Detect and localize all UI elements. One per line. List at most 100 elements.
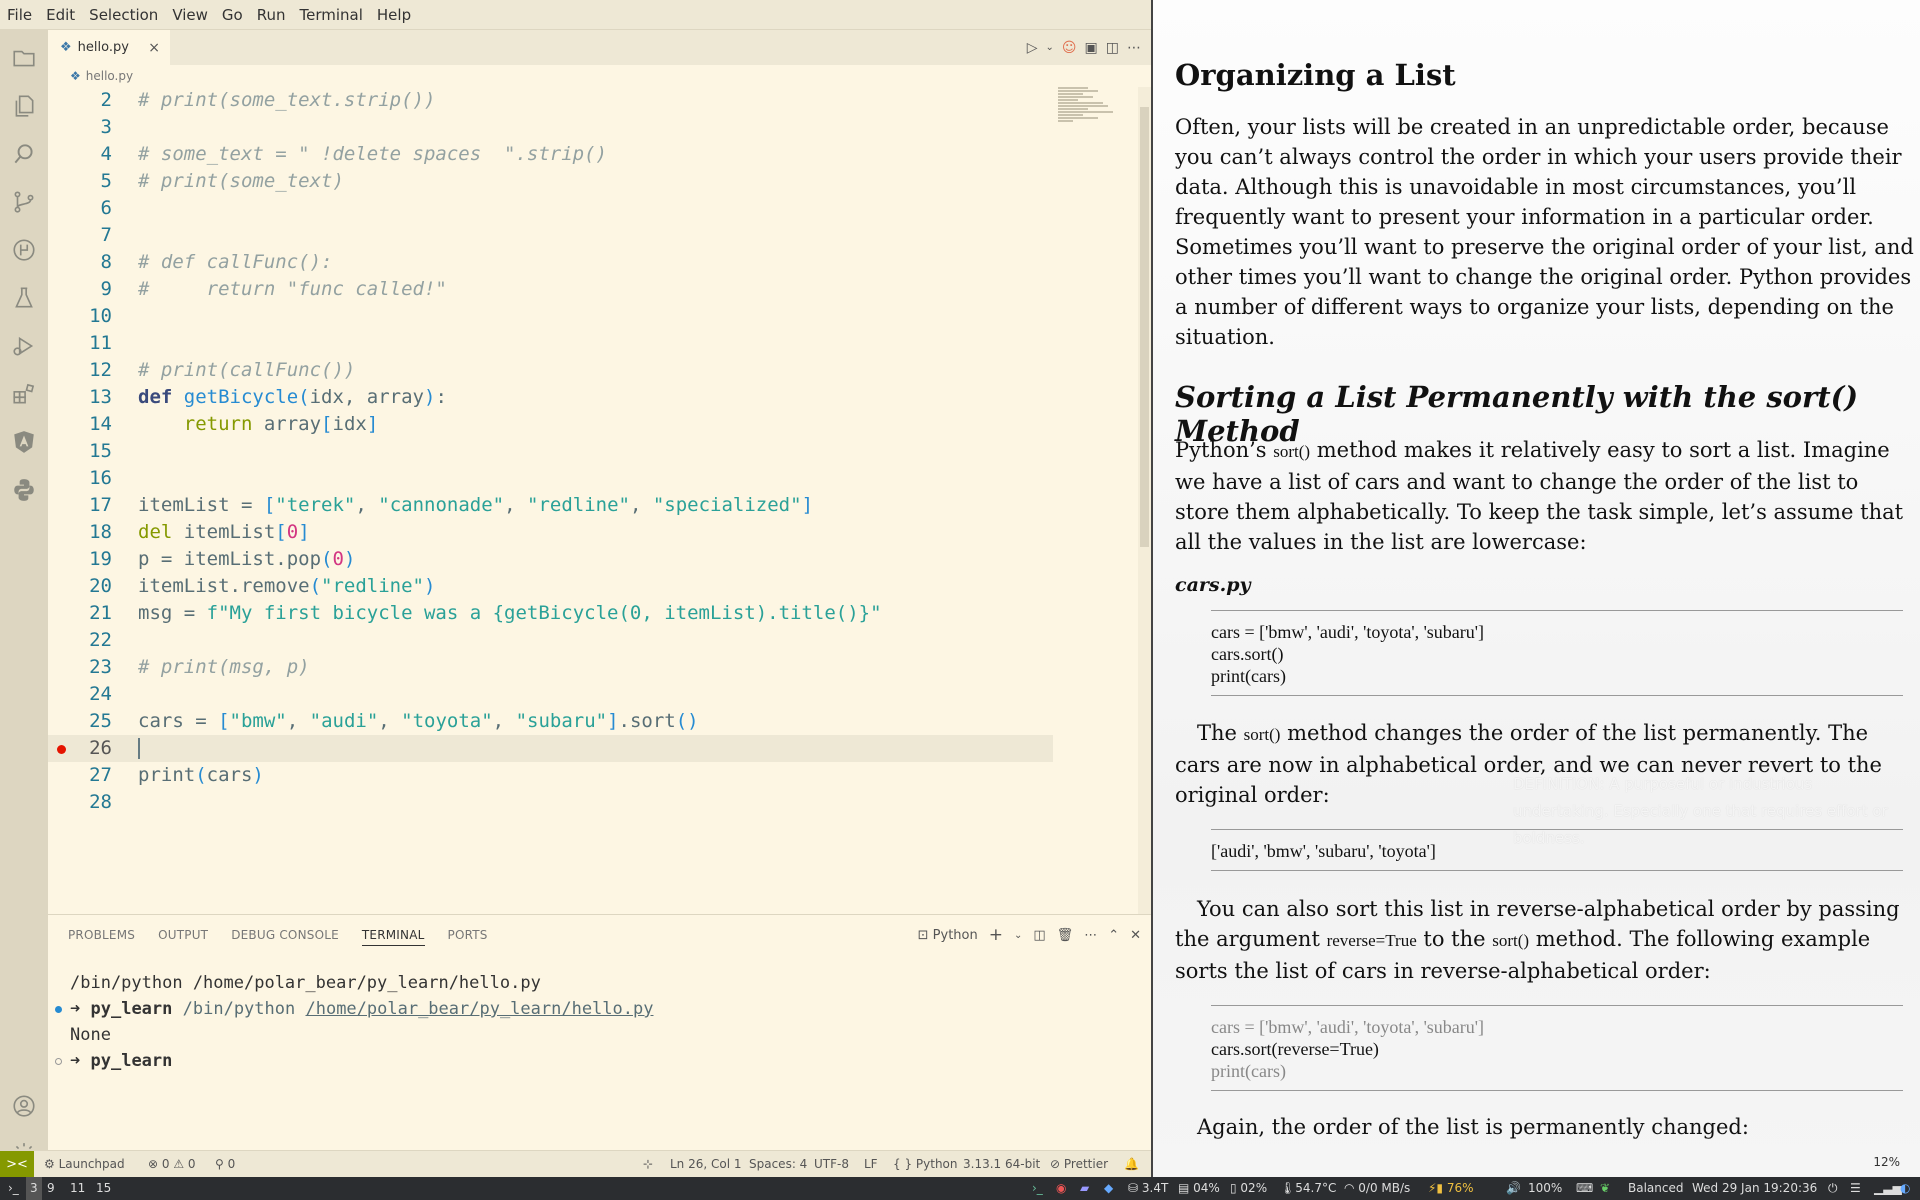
indentation[interactable]: Spaces: 4 bbox=[749, 1151, 807, 1177]
code-line[interactable]: 9 # return "func called!" bbox=[48, 276, 1138, 303]
run-python-icon[interactable]: ▷ bbox=[1027, 40, 1038, 56]
keyboard-icon[interactable]: ⌨ bbox=[1576, 1177, 1593, 1200]
remote-indicator[interactable]: >< bbox=[0, 1151, 34, 1177]
tab-output[interactable]: OUTPUT bbox=[158, 915, 208, 955]
workspace-15[interactable]: 15 bbox=[96, 1177, 111, 1200]
new-terminal-icon[interactable]: + bbox=[989, 925, 1003, 945]
code-line[interactable]: 25 cars = ["bmw", "audi", "toyota", "suba… bbox=[48, 708, 1138, 735]
firefox-icon[interactable]: ◉ bbox=[1056, 1177, 1066, 1200]
trash-icon[interactable]: 🗑 bbox=[1057, 928, 1074, 943]
volume-icon[interactable]: 🔊 bbox=[1506, 1177, 1521, 1200]
close-icon[interactable]: × bbox=[148, 40, 160, 56]
workspace-3[interactable]: 3 bbox=[26, 1177, 42, 1200]
network-status-icon[interactable]: ◐ bbox=[1900, 1177, 1910, 1200]
tab-terminal[interactable]: TERMINAL bbox=[361, 924, 425, 946]
copilot-icon[interactable]: ☺ bbox=[1062, 40, 1077, 56]
chevron-down-icon[interactable]: ⌄ bbox=[1046, 42, 1054, 53]
explorer-icon[interactable] bbox=[0, 34, 48, 82]
files-icon[interactable] bbox=[0, 82, 48, 130]
cursor-position[interactable]: Ln 26, Col 1 bbox=[670, 1151, 742, 1177]
problems-count[interactable]: ⊗ 0 ⚠ 0 bbox=[148, 1151, 196, 1177]
tab-ports[interactable]: PORTS bbox=[448, 915, 488, 955]
split-editor-icon[interactable]: ◫ bbox=[1106, 40, 1119, 56]
signal-icon[interactable]: ▁▃▅ bbox=[1874, 1177, 1902, 1200]
code-line[interactable]: 15 bbox=[48, 438, 1138, 465]
code-editor[interactable]: 2 # print(some_text.strip()) 3 4 # some_text… bbox=[48, 87, 1138, 914]
code-line[interactable]: 23 # print(msg, p) bbox=[48, 654, 1138, 681]
volume-level[interactable]: 100% bbox=[1528, 1177, 1562, 1200]
terminal-profile[interactable]: ⊡ Python bbox=[918, 928, 978, 943]
workspace-9[interactable]: 9 bbox=[47, 1177, 55, 1200]
terminal-output[interactable]: /bin/python /home/polar_bear/py_learn/he… bbox=[48, 970, 1138, 1074]
menu-terminal[interactable]: Terminal bbox=[293, 0, 370, 30]
maximize-panel-icon[interactable]: ⌃ bbox=[1108, 928, 1119, 943]
folder-icon[interactable]: ▰ bbox=[1080, 1177, 1089, 1200]
open-preview-icon[interactable]: ▣ bbox=[1085, 40, 1098, 56]
code-line[interactable]: 14 return array[idx] bbox=[48, 411, 1138, 438]
command-success-dot[interactable] bbox=[55, 1006, 62, 1013]
battery[interactable]: ⚡▮ 76% bbox=[1428, 1177, 1474, 1200]
terminal-launcher-icon[interactable]: ›_ bbox=[8, 1177, 19, 1200]
chevron-down-icon[interactable]: ⌄ bbox=[1014, 930, 1022, 941]
language-mode[interactable]: { } Python bbox=[893, 1151, 958, 1177]
minimap[interactable] bbox=[1058, 87, 1138, 147]
run-debug-icon[interactable] bbox=[0, 322, 48, 370]
power-icon[interactable]: ⏻ bbox=[1828, 1177, 1838, 1200]
source-control-icon[interactable] bbox=[0, 178, 48, 226]
close-panel-icon[interactable]: ✕ bbox=[1130, 928, 1141, 943]
code-line[interactable]: 28 bbox=[48, 789, 1138, 816]
python-icon[interactable] bbox=[0, 466, 48, 514]
code-line[interactable]: 2 # print(some_text.strip()) bbox=[48, 87, 1138, 114]
tab-debug-console[interactable]: DEBUG CONSOLE bbox=[231, 915, 339, 955]
command-path-link[interactable]: /home/polar_bear/py_learn/hello.py bbox=[305, 999, 653, 1019]
tab-problems[interactable]: PROBLEMS bbox=[68, 915, 135, 955]
code-line[interactable]: 22 bbox=[48, 627, 1138, 654]
code-line[interactable]: 4 # some_text = " !delete spaces ".strip(… bbox=[48, 141, 1138, 168]
menu-icon[interactable]: ☰ bbox=[1850, 1177, 1861, 1200]
menu-file[interactable]: File bbox=[0, 0, 39, 30]
code-line-current[interactable]: 26 bbox=[48, 735, 1053, 762]
vscode-icon[interactable]: ◆ bbox=[1104, 1177, 1113, 1200]
workspace-11[interactable]: 11 bbox=[70, 1177, 85, 1200]
menu-help[interactable]: Help bbox=[370, 0, 418, 30]
code-line[interactable]: 8 # def callFunc(): bbox=[48, 249, 1138, 276]
location-pin-icon[interactable]: ⊹ bbox=[643, 1151, 653, 1177]
code-line[interactable]: 18 del itemList[0] bbox=[48, 519, 1138, 546]
editor-scrollbar[interactable] bbox=[1138, 87, 1151, 914]
split-terminal-icon[interactable]: ◫ bbox=[1033, 928, 1045, 943]
scrollbar-thumb[interactable] bbox=[1140, 107, 1149, 547]
breadcrumb-file[interactable]: hello.py bbox=[86, 69, 133, 83]
menu-view[interactable]: View bbox=[165, 0, 215, 30]
python-interpreter[interactable]: 3.13.1 64-bit bbox=[963, 1151, 1040, 1177]
code-line[interactable]: 13 def getBicycle(idx, array): bbox=[48, 384, 1138, 411]
code-line[interactable]: 24 bbox=[48, 681, 1138, 708]
launchpad-item[interactable]: ⚙ Launchpad bbox=[44, 1151, 125, 1177]
menu-edit[interactable]: Edit bbox=[39, 0, 82, 30]
encoding[interactable]: UTF-8 bbox=[814, 1151, 849, 1177]
code-line[interactable]: 27 print(cars) bbox=[48, 762, 1138, 789]
notifications-bell-icon[interactable]: 🔔 bbox=[1124, 1151, 1139, 1177]
code-line[interactable]: 12 # print(callFunc()) bbox=[48, 357, 1138, 384]
tab-hello-py[interactable]: ❖ hello.py × bbox=[48, 30, 170, 65]
menu-run[interactable]: Run bbox=[250, 0, 293, 30]
formatter[interactable]: ⊘ Prettier bbox=[1050, 1151, 1108, 1177]
extensions-icon[interactable] bbox=[0, 370, 48, 418]
testing-flask-icon[interactable] bbox=[0, 274, 48, 322]
code-line[interactable]: 21 msg = f"My first bicycle was a {getBic… bbox=[48, 600, 1138, 627]
code-line[interactable]: 11 bbox=[48, 330, 1138, 357]
code-line[interactable]: 20 itemList.remove("redline") bbox=[48, 573, 1138, 600]
code-line[interactable]: 16 bbox=[48, 465, 1138, 492]
angular-icon[interactable] bbox=[0, 418, 48, 466]
menu-selection[interactable]: Selection bbox=[82, 0, 165, 30]
ebook-reader[interactable]: Organizing a List Often, your lists will… bbox=[1151, 0, 1920, 1177]
code-line[interactable]: 6 bbox=[48, 195, 1138, 222]
code-line[interactable]: 5 # print(some_text) bbox=[48, 168, 1138, 195]
code-line[interactable]: 3 bbox=[48, 114, 1138, 141]
git-graph-icon[interactable] bbox=[0, 226, 48, 274]
code-line[interactable]: 10 bbox=[48, 303, 1138, 330]
menu-go[interactable]: Go bbox=[215, 0, 250, 30]
code-line[interactable]: 7 bbox=[48, 222, 1138, 249]
clock[interactable]: Wed 29 Jan 19:20:36 bbox=[1692, 1177, 1817, 1200]
more-actions-icon[interactable]: ⋯ bbox=[1127, 40, 1141, 56]
terminal-icon[interactable]: ›_ bbox=[1032, 1177, 1043, 1200]
